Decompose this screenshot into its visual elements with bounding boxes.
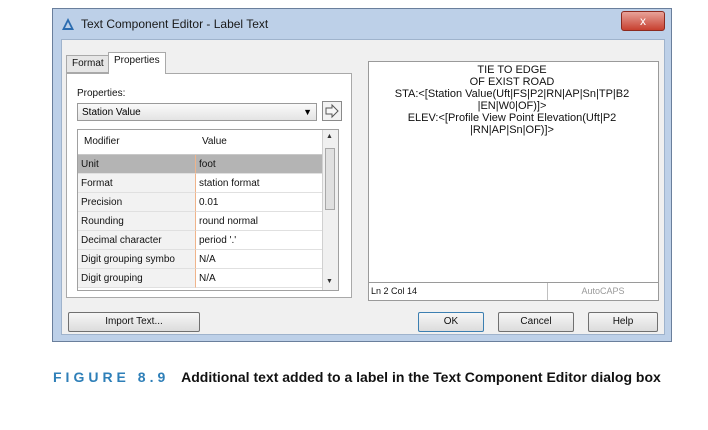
figure-caption: FIGURE 8.9 Additional text added to a la… xyxy=(53,366,693,388)
value-cell[interactable]: station format xyxy=(196,174,324,193)
modifier-cell: Format xyxy=(78,174,196,193)
properties-label: Properties: xyxy=(77,88,126,99)
editor-line: TIE TO EDGE xyxy=(477,64,547,76)
import-text-button[interactable]: Import Text... xyxy=(68,312,200,332)
modifier-cell: Decimal character xyxy=(78,231,196,250)
autocaps-indicator[interactable]: AutoCAPS xyxy=(547,283,658,300)
table-row[interactable]: Digit grouping N/A xyxy=(78,269,324,288)
insert-property-button[interactable] xyxy=(322,101,342,121)
modifier-grid: Modifier Value Unit foot Format station … xyxy=(77,129,339,291)
caption-text: Additional text added to a label in the … xyxy=(181,369,661,385)
help-button[interactable]: Help xyxy=(588,312,658,332)
ok-button[interactable]: OK xyxy=(418,312,484,332)
chevron-down-icon: ▼ xyxy=(303,107,312,117)
editor-line: |RN|AP|Sn|OF)]> xyxy=(470,124,554,136)
table-row[interactable]: Format station format xyxy=(78,174,324,193)
label-text-editor[interactable]: TIE TO EDGE OF EXIST ROAD STA:<[Station … xyxy=(368,61,659,295)
editor-line: ELEV:<[Profile View Point Elevation(Uft|… xyxy=(407,112,617,124)
value-cell[interactable]: period '.' xyxy=(196,231,324,250)
scroll-up-icon[interactable]: ▲ xyxy=(326,133,333,140)
grid-header: Modifier Value xyxy=(78,130,324,155)
close-icon: x xyxy=(640,14,646,28)
arrow-right-icon xyxy=(325,103,339,119)
modifier-cell: Digit grouping symbo xyxy=(78,250,196,269)
cursor-position: Ln 2 Col 14 xyxy=(371,286,418,296)
dialog-client-area: Format Properties Properties: Station Va… xyxy=(61,39,665,335)
modifier-cell: Unit xyxy=(78,155,196,174)
tab-format[interactable]: Format xyxy=(66,55,110,73)
scrollbar-thumb[interactable] xyxy=(325,148,335,210)
window-title: Text Component Editor - Label Text xyxy=(81,17,269,31)
column-header-value[interactable]: Value xyxy=(202,136,227,147)
close-button[interactable]: x xyxy=(621,11,665,31)
column-header-modifier[interactable]: Modifier xyxy=(84,136,120,147)
value-cell[interactable]: 0.01 xyxy=(196,193,324,212)
table-row[interactable]: Digit grouping symbo N/A xyxy=(78,250,324,269)
table-row[interactable]: Rounding round normal xyxy=(78,212,324,231)
editor-line: |EN|W0|OF)]> xyxy=(477,100,547,112)
properties-dropdown[interactable]: Station Value ▼ xyxy=(77,103,317,121)
editor-content[interactable]: TIE TO EDGE OF EXIST ROAD STA:<[Station … xyxy=(373,64,651,136)
grid-vertical-scrollbar[interactable]: ▲ ▼ xyxy=(322,130,338,290)
text-component-editor-window: Text Component Editor - Label Text x For… xyxy=(52,8,672,342)
table-row[interactable]: Decimal character period '.' xyxy=(78,231,324,250)
editor-status-bar: Ln 2 Col 14 AutoCAPS xyxy=(368,282,659,301)
editor-line: OF EXIST ROAD xyxy=(469,76,555,88)
tab-properties[interactable]: Properties xyxy=(108,52,166,74)
value-cell[interactable]: N/A xyxy=(196,250,324,269)
cancel-button[interactable]: Cancel xyxy=(498,312,574,332)
modifier-cell: Rounding xyxy=(78,212,196,231)
table-row[interactable]: Unit foot xyxy=(78,155,324,174)
value-cell[interactable]: foot xyxy=(196,155,324,174)
figure-number: FIGURE 8.9 xyxy=(53,369,170,385)
title-bar[interactable]: Text Component Editor - Label Text x xyxy=(53,9,671,37)
civil3d-app-icon xyxy=(62,18,74,30)
table-row[interactable]: Precision 0.01 xyxy=(78,193,324,212)
properties-selected-value: Station Value xyxy=(82,107,141,118)
value-cell[interactable]: N/A xyxy=(196,269,324,288)
scroll-down-icon[interactable]: ▼ xyxy=(326,278,333,285)
modifier-cell: Digit grouping xyxy=(78,269,196,288)
properties-panel: Properties: Station Value ▼ Modifier Val… xyxy=(66,73,352,298)
editor-line: STA:<[Station Value(Uft|FS|P2|RN|AP|Sn|T… xyxy=(394,88,630,100)
modifier-cell: Precision xyxy=(78,193,196,212)
value-cell[interactable]: round normal xyxy=(196,212,324,231)
